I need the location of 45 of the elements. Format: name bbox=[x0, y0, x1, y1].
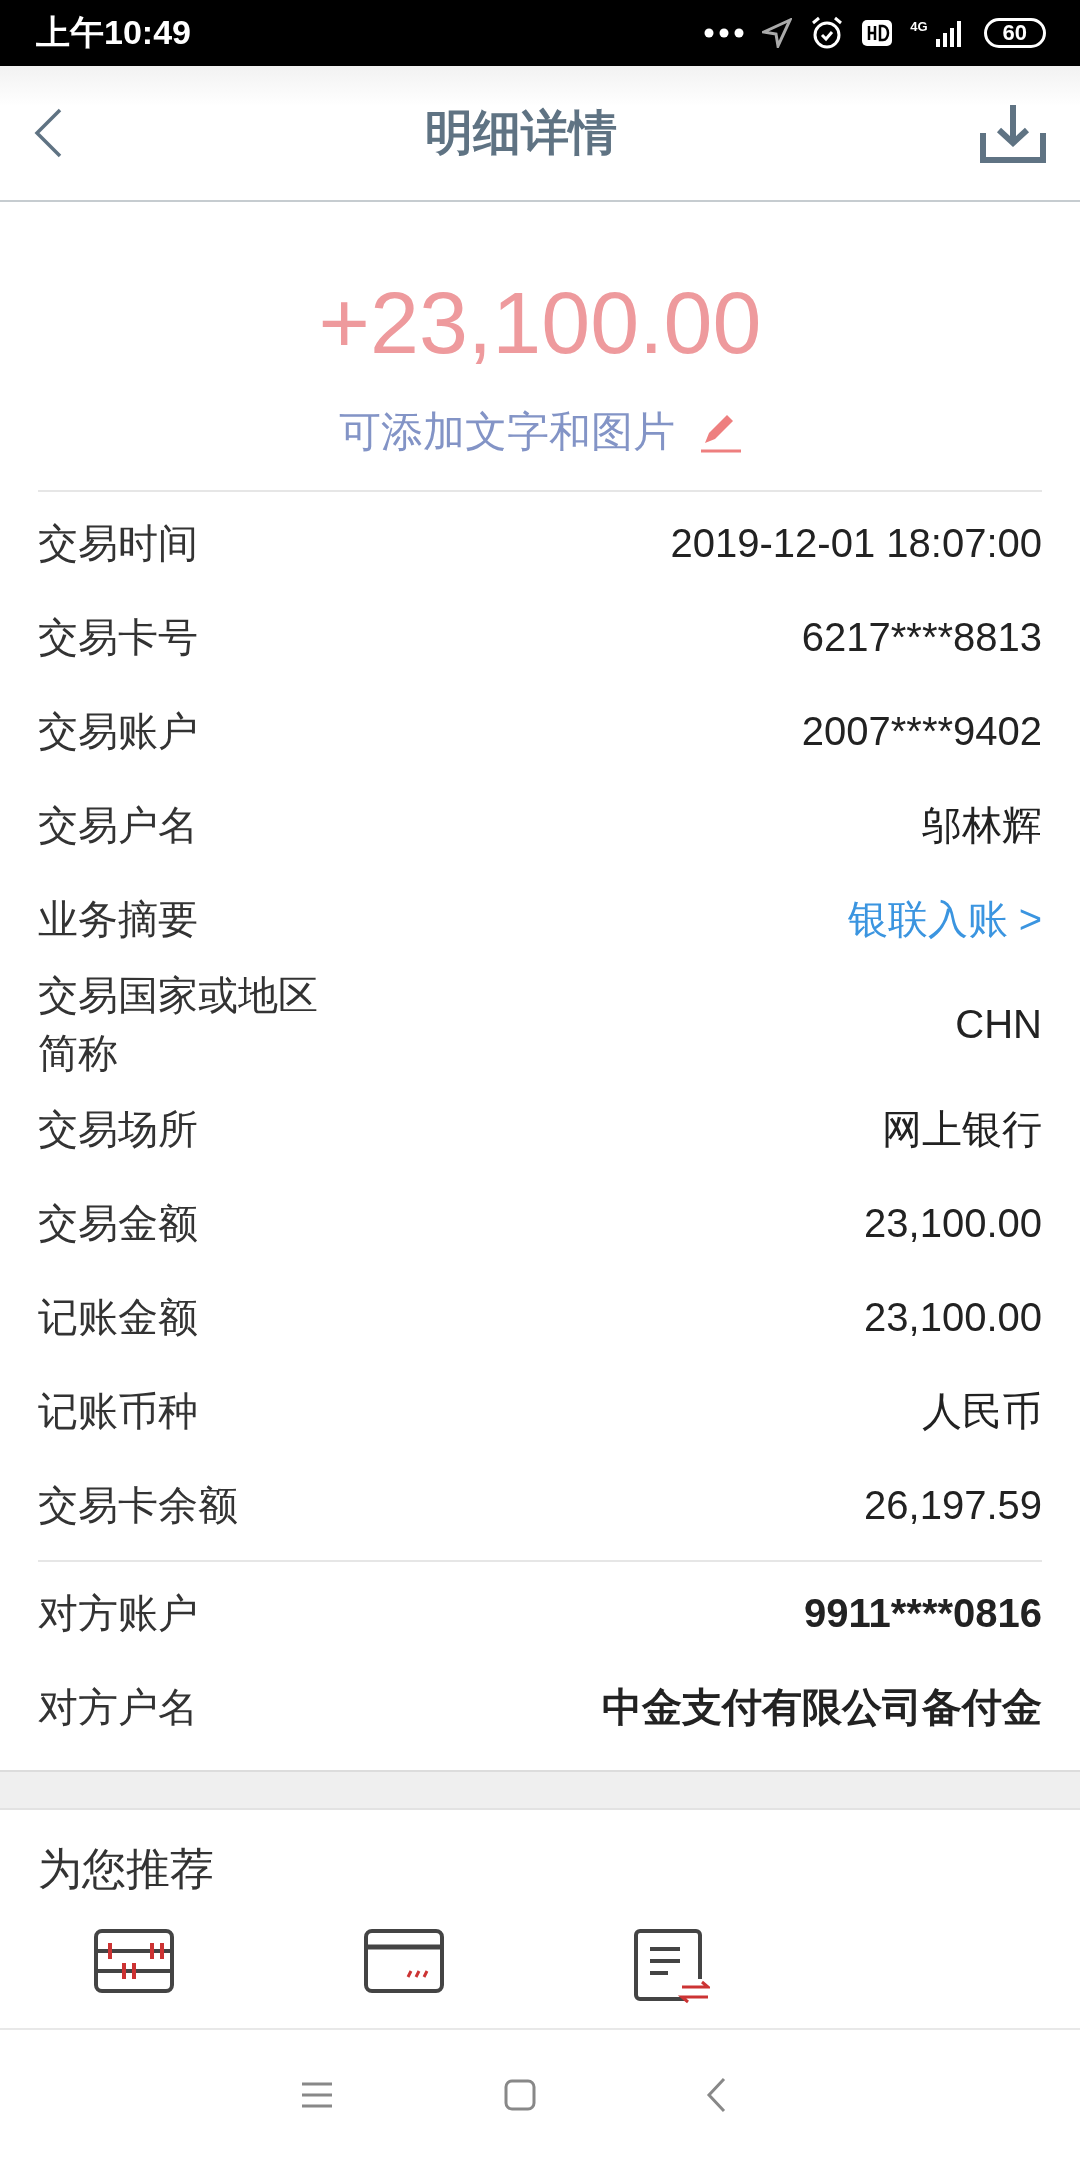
back-button[interactable] bbox=[34, 108, 62, 158]
section-title: 为您推荐 bbox=[37, 1843, 215, 1895]
back-icon[interactable] bbox=[706, 2077, 726, 2113]
page-title: 明细详情 bbox=[424, 105, 618, 161]
more-icon bbox=[704, 28, 745, 38]
field-label: 交易国家或地区简称 bbox=[38, 972, 319, 1077]
amount: +23,100.00 bbox=[317, 272, 763, 374]
field-label: 记账币种 bbox=[38, 1388, 198, 1435]
field-value: 邬林辉 bbox=[922, 801, 1042, 849]
menu-icon[interactable] bbox=[300, 2081, 334, 2109]
field-value: 9911****0816 bbox=[803, 1590, 1042, 1636]
field-label: 交易卡余额 bbox=[38, 1482, 238, 1529]
field-label: 交易账户 bbox=[38, 708, 198, 755]
status-time: 上午10:49 bbox=[36, 12, 191, 53]
document-icon[interactable] bbox=[634, 1929, 710, 2005]
field-label: 交易金额 bbox=[38, 1200, 198, 1247]
card-icon[interactable] bbox=[364, 1929, 444, 1993]
field-label: 对方账户 bbox=[38, 1590, 198, 1637]
field-value: 6217****8813 bbox=[801, 614, 1042, 660]
field-label: 业务摘要 bbox=[38, 896, 198, 943]
home-icon[interactable] bbox=[504, 2079, 536, 2111]
summary-link[interactable]: 银联入账 > bbox=[847, 891, 1042, 947]
field-label: 交易时间 bbox=[38, 520, 198, 567]
field-value: 人民币 bbox=[922, 1387, 1042, 1435]
battery-level: 60 bbox=[983, 18, 1046, 48]
field-label: 交易场所 bbox=[38, 1106, 198, 1153]
network-type: 4G bbox=[910, 19, 928, 34]
field-label: 对方户名 bbox=[38, 1684, 198, 1731]
field-value: 23,100.00 bbox=[864, 1200, 1042, 1246]
field-value: 2019-12-01 18:07:00 bbox=[670, 520, 1042, 566]
add-note-link[interactable]: 可添加文字和图片 bbox=[339, 404, 675, 460]
field-value: 2007****9402 bbox=[801, 708, 1042, 754]
field-label: 交易卡号 bbox=[38, 614, 198, 661]
location-icon bbox=[762, 18, 793, 48]
field-label: 记账金额 bbox=[38, 1294, 198, 1341]
download-button[interactable] bbox=[980, 103, 1046, 163]
field-value: 23,100.00 bbox=[864, 1294, 1042, 1340]
hd-icon bbox=[862, 20, 893, 46]
field-value: 26,197.59 bbox=[864, 1482, 1042, 1528]
field-value: 网上银行 bbox=[882, 1105, 1042, 1153]
field-value: CHN bbox=[955, 1001, 1042, 1047]
field-value: 中金支付有限公司备付金 bbox=[602, 1683, 1042, 1731]
alarm-icon bbox=[810, 16, 845, 50]
abacus-icon[interactable] bbox=[94, 1929, 174, 1993]
field-label: 交易户名 bbox=[38, 802, 198, 849]
